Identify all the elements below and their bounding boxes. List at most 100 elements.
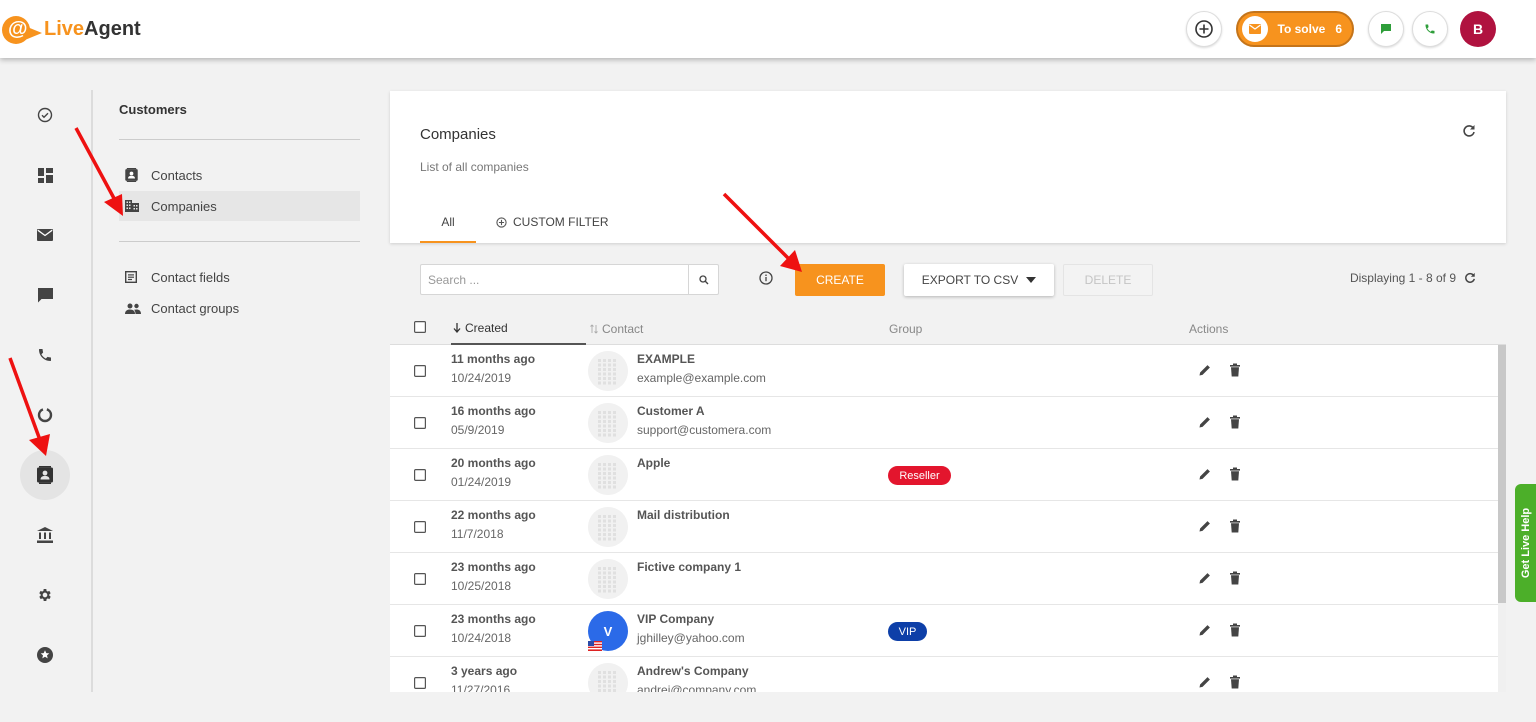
- pagination-info: Displaying 1 - 8 of 9: [1350, 271, 1476, 285]
- rail-tickets[interactable]: [20, 210, 70, 260]
- delete-row-button[interactable]: [1229, 571, 1241, 590]
- rail-customers[interactable]: [20, 450, 70, 500]
- company-avatar: [588, 403, 628, 443]
- companies-table: 11 months ago 10/24/2019 EXAMPLE example@ex…: [390, 345, 1506, 692]
- created-date: 10/24/2019: [451, 371, 512, 385]
- created-date: 01/24/2019: [451, 475, 512, 489]
- company-name[interactable]: Andrew's Company: [637, 664, 749, 678]
- table-row[interactable]: 23 months ago 10/24/2018 V VIP Company jghil…: [390, 605, 1506, 657]
- rail-dashboard[interactable]: [20, 150, 70, 200]
- delete-row-button[interactable]: [1229, 467, 1241, 486]
- created-relative: 16 months ago: [451, 404, 536, 418]
- company-name[interactable]: EXAMPLE: [637, 352, 695, 366]
- edit-button[interactable]: [1198, 415, 1212, 434]
- bank-icon: [37, 527, 53, 543]
- created-date: 05/9/2019: [451, 423, 505, 437]
- arrow-down-icon: [453, 323, 461, 333]
- rail-settings[interactable]: [20, 570, 70, 620]
- liveagent-logo[interactable]: @ LiveAgent: [2, 12, 141, 46]
- row-checkbox[interactable]: [414, 520, 427, 538]
- trash-icon: [1230, 623, 1240, 637]
- company-name[interactable]: Customer A: [637, 404, 705, 418]
- dashboard-icon: [37, 167, 53, 183]
- submenu-title: Customers: [119, 102, 187, 117]
- edit-button[interactable]: [1198, 363, 1212, 382]
- trash-icon: [1230, 415, 1240, 429]
- delete-row-button[interactable]: [1229, 623, 1241, 642]
- us-flag-icon: [588, 641, 602, 651]
- row-checkbox[interactable]: [414, 676, 427, 692]
- edit-button[interactable]: [1198, 519, 1212, 538]
- rail-chats[interactable]: [20, 270, 70, 320]
- search-button[interactable]: [688, 265, 718, 294]
- delete-row-button[interactable]: [1229, 415, 1241, 434]
- created-relative: 20 months ago: [451, 456, 536, 470]
- edit-button[interactable]: [1198, 623, 1212, 642]
- star-circle-icon: [37, 647, 53, 663]
- to-solve-button[interactable]: To solve 6: [1235, 11, 1354, 47]
- phone-status-button[interactable]: [1412, 11, 1448, 47]
- refresh-icon[interactable]: [1464, 272, 1476, 284]
- refresh-button[interactable]: [1462, 124, 1476, 143]
- submenu-item-companies[interactable]: Companies: [119, 191, 360, 221]
- search-icon: [698, 274, 708, 284]
- delete-row-button[interactable]: [1229, 519, 1241, 538]
- company-email: support@customera.com: [637, 423, 772, 437]
- edit-button[interactable]: [1198, 571, 1212, 590]
- row-checkbox[interactable]: [414, 416, 427, 434]
- company-avatar: [588, 455, 628, 495]
- rail-calls[interactable]: [20, 330, 70, 380]
- submenu-item-contacts[interactable]: Contacts: [119, 160, 360, 190]
- scrollbar-thumb[interactable]: [1498, 345, 1506, 603]
- table-row[interactable]: 16 months ago 05/9/2019 Customer A support@…: [390, 397, 1506, 449]
- table-row[interactable]: 11 months ago 10/24/2019 EXAMPLE example@ex…: [390, 345, 1506, 397]
- rail-reports[interactable]: [20, 390, 70, 440]
- rail-features[interactable]: [20, 630, 70, 680]
- created-date: 11/27/2016: [451, 683, 511, 692]
- add-new-button[interactable]: [1185, 11, 1222, 47]
- tab-custom-filter[interactable]: CUSTOM FILTER: [496, 215, 609, 243]
- company-name[interactable]: Apple: [637, 456, 670, 470]
- company-name[interactable]: Fictive company 1: [637, 560, 741, 574]
- table-row[interactable]: 22 months ago 11/7/2018 Mail distribution: [390, 501, 1506, 553]
- trash-icon: [1230, 675, 1240, 689]
- created-date: 11/7/2018: [451, 527, 504, 541]
- chat-status-button[interactable]: [1368, 11, 1404, 47]
- table-row[interactable]: 3 years ago 11/27/2016 Andrew's Company and…: [390, 657, 1506, 692]
- table-row[interactable]: 20 months ago 01/24/2019 Apple Reseller: [390, 449, 1506, 501]
- search-input[interactable]: [421, 265, 689, 294]
- company-name[interactable]: VIP Company: [637, 612, 714, 626]
- column-created[interactable]: Created: [451, 313, 586, 345]
- tab-all[interactable]: All: [420, 215, 476, 243]
- delete-row-button[interactable]: [1229, 363, 1241, 382]
- chat-icon: [1381, 24, 1391, 34]
- company-email: andrej@company.com: [637, 683, 757, 692]
- table-scrollbar[interactable]: [1498, 345, 1506, 692]
- row-checkbox[interactable]: [414, 572, 427, 590]
- info-button[interactable]: [759, 271, 773, 290]
- export-csv-button[interactable]: EXPORT TO CSV: [904, 264, 1054, 296]
- envelope-icon: [1241, 16, 1268, 42]
- table-row[interactable]: 23 months ago 10/25/2018 Fictive company 1: [390, 553, 1506, 605]
- column-actions: Actions: [1189, 322, 1229, 336]
- submenu-item-contact-fields[interactable]: Contact fields: [119, 262, 360, 292]
- create-button[interactable]: CREATE: [795, 264, 885, 296]
- pencil-icon: [1199, 469, 1210, 480]
- delete-button[interactable]: DELETE: [1063, 264, 1153, 296]
- edit-button[interactable]: [1198, 675, 1212, 692]
- company-avatar: [588, 507, 628, 547]
- row-checkbox[interactable]: [414, 624, 427, 642]
- submenu-item-contact-groups[interactable]: Contact groups: [119, 293, 360, 323]
- created-relative: 22 months ago: [451, 508, 536, 522]
- select-all-checkbox[interactable]: [414, 321, 427, 336]
- delete-row-button[interactable]: [1229, 675, 1241, 692]
- user-avatar[interactable]: B: [1460, 11, 1496, 47]
- column-contact[interactable]: Contact: [590, 313, 643, 345]
- rail-knowledge-base[interactable]: [20, 510, 70, 560]
- edit-button[interactable]: [1198, 467, 1212, 486]
- rail-dashboard-check[interactable]: [20, 90, 70, 140]
- get-live-help-button[interactable]: Get Live Help: [1515, 484, 1536, 602]
- row-checkbox[interactable]: [414, 364, 427, 382]
- company-name[interactable]: Mail distribution: [637, 508, 730, 522]
- row-checkbox[interactable]: [414, 468, 427, 486]
